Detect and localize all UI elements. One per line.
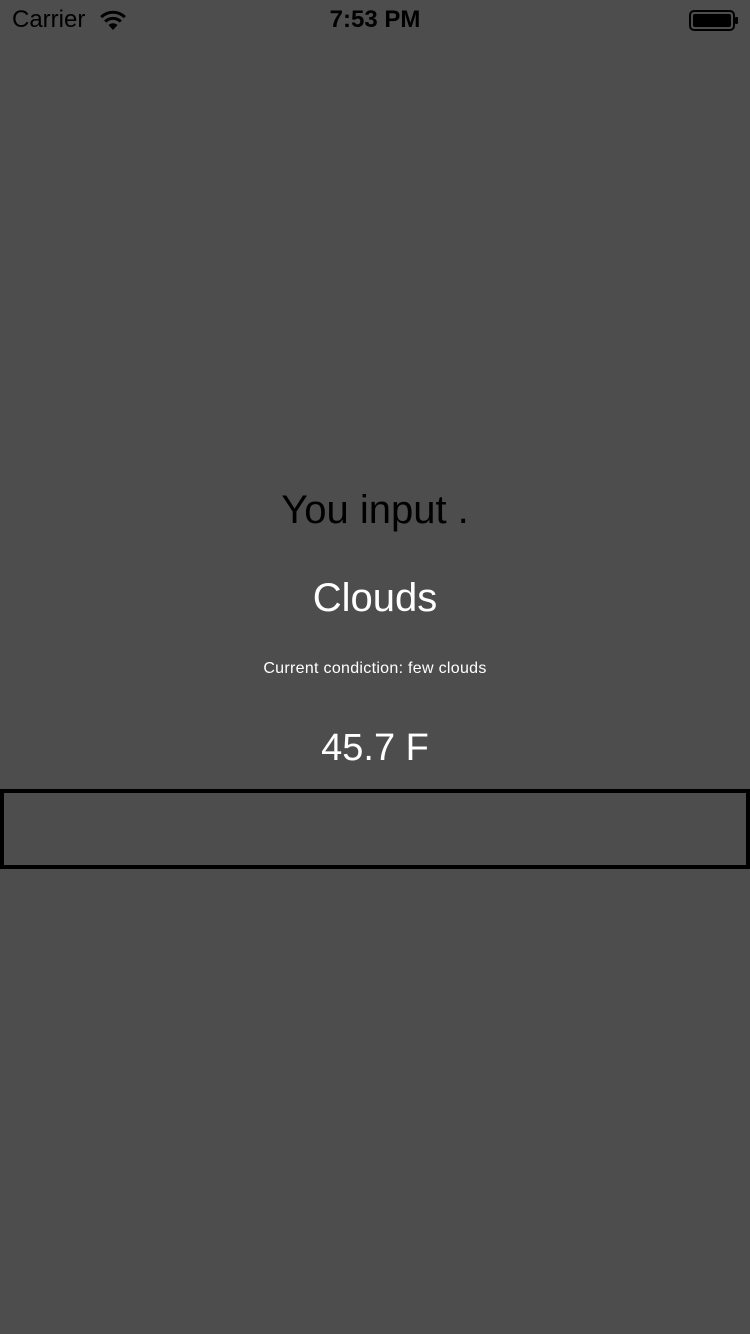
condition-description: Current condiction: few clouds [263,660,487,677]
battery-icon [689,10,738,31]
temperature-value: 45.7 F [321,727,429,769]
weather-condition: Clouds [312,576,438,620]
status-time: 7:53 PM [329,6,421,33]
city-input[interactable] [0,789,750,869]
weather-screen: Carrier 7:53 PM You input . Clouds Curre… [0,0,750,1334]
status-bar: Carrier 7:53 PM [0,0,750,40]
input-echo-label: You input . [281,488,469,532]
